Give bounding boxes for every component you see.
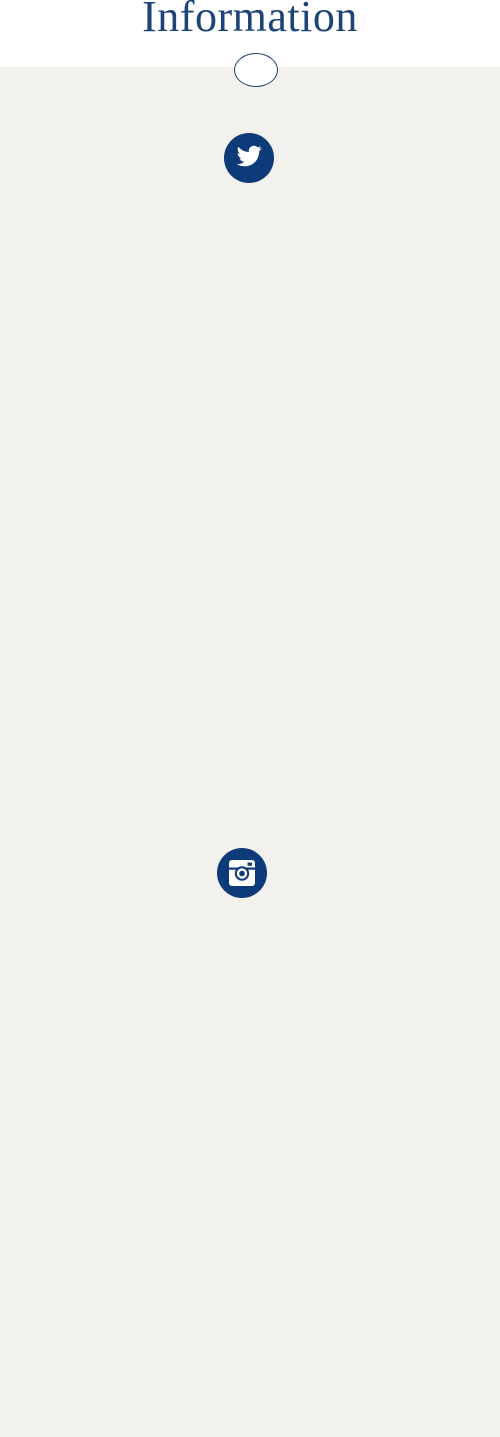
twitter-link[interactable] bbox=[224, 133, 274, 183]
twitter-icon bbox=[236, 145, 262, 167]
section-toggle-button[interactable] bbox=[234, 53, 278, 87]
page-title: Information bbox=[142, 0, 358, 41]
instagram-icon bbox=[229, 860, 255, 886]
instagram-link[interactable] bbox=[217, 848, 267, 898]
information-page: Information bbox=[0, 0, 500, 1437]
